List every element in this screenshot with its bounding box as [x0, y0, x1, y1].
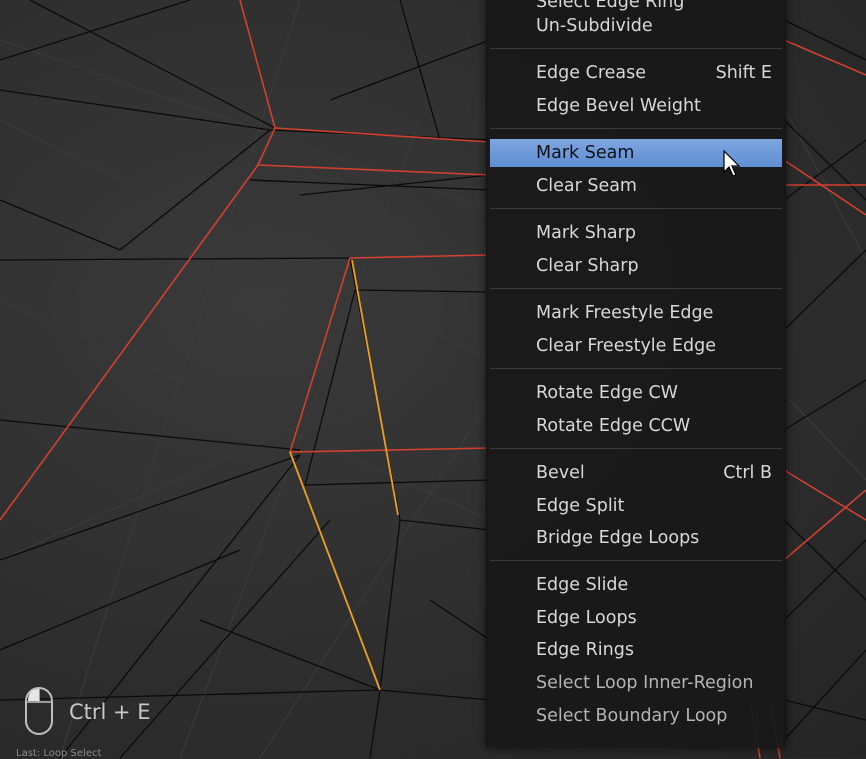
- edge-context-menu: Select Edge Ring Un-Subdivide Edge Creas…: [486, 0, 786, 748]
- menu-item-clear-freestyle-edge[interactable]: Clear Freestyle Edge: [490, 332, 782, 360]
- menu-item-select-boundary-loop[interactable]: Select Boundary Loop: [490, 702, 782, 730]
- menu-item-edge-crease[interactable]: Edge Crease Shift E: [490, 59, 782, 87]
- last-operator-status: Last: Loop Select: [16, 748, 102, 759]
- menu-separator: [490, 560, 782, 561]
- keystroke-overlay: Ctrl + E: [24, 686, 224, 742]
- menu-item-label: Mark Sharp: [536, 223, 636, 243]
- menu-separator: [490, 288, 782, 289]
- menu-item-edge-bevel-weight[interactable]: Edge Bevel Weight: [490, 92, 782, 120]
- menu-item-select-loop-inner-region[interactable]: Select Loop Inner-Region: [490, 669, 782, 697]
- menu-item-label: Clear Freestyle Edge: [536, 336, 717, 356]
- menu-item-rotate-edge-ccw[interactable]: Rotate Edge CCW: [490, 412, 782, 440]
- menu-separator: [490, 128, 782, 129]
- menu-item-shortcut: Shift E: [715, 63, 772, 83]
- menu-item-edge-split[interactable]: Edge Split: [490, 492, 782, 520]
- menu-item-label: Select Boundary Loop: [536, 706, 728, 726]
- mouse-icon: [25, 687, 53, 735]
- menu-item-edge-slide[interactable]: Edge Slide: [490, 571, 782, 599]
- menu-separator: [490, 448, 782, 449]
- menu-item-mark-freestyle-edge[interactable]: Mark Freestyle Edge: [490, 299, 782, 327]
- menu-item-label: Rotate Edge CCW: [536, 416, 691, 436]
- menu-item-label: Mark Seam: [536, 143, 635, 163]
- menu-item-rotate-edge-cw[interactable]: Rotate Edge CW: [490, 379, 782, 407]
- menu-item-mark-sharp[interactable]: Mark Sharp: [490, 219, 782, 247]
- keystroke-label: Ctrl + E: [69, 700, 151, 724]
- menu-separator: [490, 48, 782, 49]
- mouse-pointer-icon: [723, 150, 741, 177]
- menu-item-label: Bridge Edge Loops: [536, 528, 700, 548]
- menu-item-label: Edge Loops: [536, 608, 637, 628]
- menu-item-label: Edge Crease: [536, 63, 647, 83]
- menu-item-label: Edge Slide: [536, 575, 629, 595]
- menu-item-shortcut: Ctrl B: [723, 463, 772, 483]
- menu-item-label: Clear Seam: [536, 176, 637, 196]
- menu-item-edge-loops[interactable]: Edge Loops: [490, 604, 782, 632]
- menu-item-label: Bevel: [536, 463, 585, 483]
- menu-item-label: Edge Split: [536, 496, 625, 516]
- menu-item-label: Clear Sharp: [536, 256, 639, 276]
- menu-item-label: Rotate Edge CW: [536, 383, 678, 403]
- menu-item-clear-sharp[interactable]: Clear Sharp: [490, 252, 782, 280]
- menu-item-label: Edge Rings: [536, 640, 634, 660]
- menu-item-bridge-edge-loops[interactable]: Bridge Edge Loops: [490, 524, 782, 552]
- menu-item-label: Un-Subdivide: [536, 16, 653, 36]
- menu-item-un-subdivide[interactable]: Un-Subdivide: [490, 12, 782, 40]
- menu-separator: [490, 368, 782, 369]
- menu-item-label: Edge Bevel Weight: [536, 96, 701, 116]
- menu-item-bevel[interactable]: Bevel Ctrl B: [490, 459, 782, 487]
- menu-separator: [490, 208, 782, 209]
- menu-item-edge-rings[interactable]: Edge Rings: [490, 636, 782, 664]
- menu-item-label: Mark Freestyle Edge: [536, 303, 714, 323]
- menu-item-label: Select Loop Inner-Region: [536, 673, 754, 693]
